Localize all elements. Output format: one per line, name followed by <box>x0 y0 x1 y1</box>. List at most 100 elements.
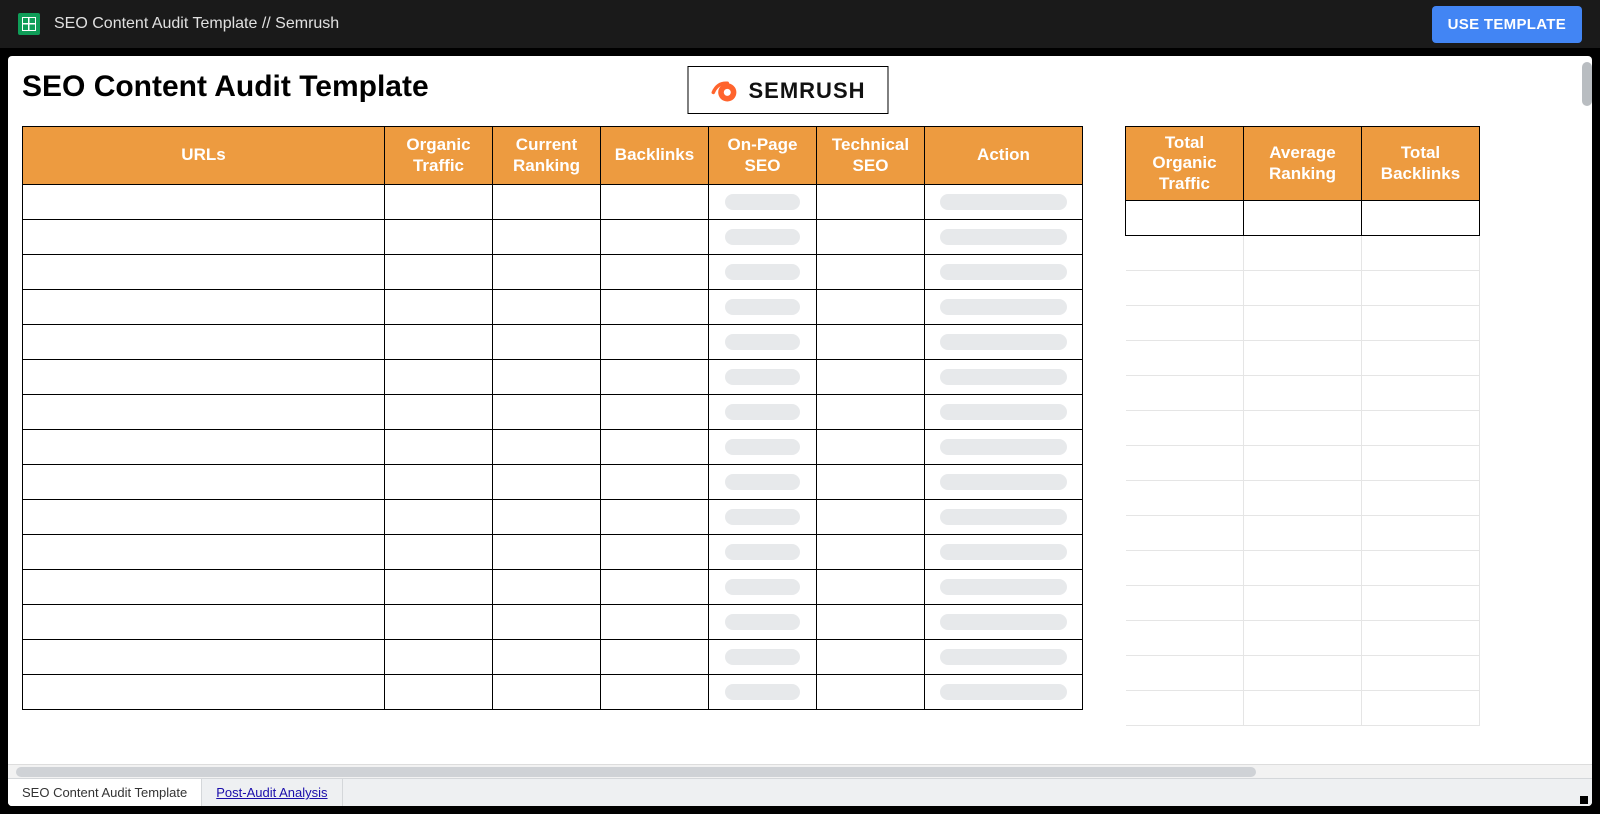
cell-average-ranking[interactable] <box>1244 271 1362 306</box>
cell-total-backlinks[interactable] <box>1362 586 1480 621</box>
cell-average-ranking[interactable] <box>1244 236 1362 271</box>
cell-total-backlinks[interactable] <box>1362 551 1480 586</box>
table-row[interactable] <box>23 535 1083 570</box>
cell-organic-traffic[interactable] <box>385 500 493 535</box>
cell-total-backlinks[interactable] <box>1362 376 1480 411</box>
horizontal-scroll-thumb[interactable] <box>16 767 1256 777</box>
cell-on-page-seo[interactable] <box>709 325 817 360</box>
cell-technical-seo[interactable] <box>817 360 925 395</box>
cell-url[interactable] <box>23 640 385 675</box>
cell-current-ranking[interactable] <box>493 255 601 290</box>
cell-current-ranking[interactable] <box>493 395 601 430</box>
horizontal-scrollbar[interactable] <box>8 764 1592 778</box>
cell-technical-seo[interactable] <box>817 605 925 640</box>
tab-seo-content-audit-template[interactable]: SEO Content Audit Template <box>8 779 202 806</box>
cell-backlinks[interactable] <box>601 395 709 430</box>
cell-technical-seo[interactable] <box>817 465 925 500</box>
cell-total-organic-traffic[interactable] <box>1126 691 1244 726</box>
cell-on-page-seo[interactable] <box>709 605 817 640</box>
table-row[interactable] <box>23 395 1083 430</box>
cell-url[interactable] <box>23 500 385 535</box>
cell-total-backlinks[interactable] <box>1362 411 1480 446</box>
cell-action[interactable] <box>925 500 1083 535</box>
cell-action[interactable] <box>925 430 1083 465</box>
table-row[interactable] <box>1126 201 1480 236</box>
cell-technical-seo[interactable] <box>817 675 925 710</box>
cell-backlinks[interactable] <box>601 430 709 465</box>
table-row[interactable] <box>23 675 1083 710</box>
table-row[interactable] <box>23 605 1083 640</box>
cell-current-ranking[interactable] <box>493 640 601 675</box>
cell-action[interactable] <box>925 465 1083 500</box>
table-row[interactable] <box>23 255 1083 290</box>
cell-backlinks[interactable] <box>601 605 709 640</box>
cell-action[interactable] <box>925 185 1083 220</box>
cell-current-ranking[interactable] <box>493 220 601 255</box>
cell-action[interactable] <box>925 640 1083 675</box>
cell-url[interactable] <box>23 395 385 430</box>
table-row[interactable] <box>23 570 1083 605</box>
cell-url[interactable] <box>23 185 385 220</box>
cell-total-organic-traffic[interactable] <box>1126 201 1244 236</box>
cell-on-page-seo[interactable] <box>709 640 817 675</box>
cell-url[interactable] <box>23 255 385 290</box>
cell-backlinks[interactable] <box>601 465 709 500</box>
cell-technical-seo[interactable] <box>817 290 925 325</box>
cell-organic-traffic[interactable] <box>385 640 493 675</box>
vertical-scroll-thumb[interactable] <box>1582 62 1592 106</box>
cell-action[interactable] <box>925 220 1083 255</box>
cell-average-ranking[interactable] <box>1244 411 1362 446</box>
cell-technical-seo[interactable] <box>817 255 925 290</box>
table-row[interactable] <box>1126 656 1480 691</box>
cell-current-ranking[interactable] <box>493 465 601 500</box>
cell-current-ranking[interactable] <box>493 605 601 640</box>
cell-on-page-seo[interactable] <box>709 675 817 710</box>
cell-on-page-seo[interactable] <box>709 360 817 395</box>
vertical-scrollbar[interactable] <box>1582 62 1592 742</box>
cell-action[interactable] <box>925 570 1083 605</box>
cell-total-organic-traffic[interactable] <box>1126 271 1244 306</box>
cell-technical-seo[interactable] <box>817 640 925 675</box>
cell-action[interactable] <box>925 395 1083 430</box>
cell-action[interactable] <box>925 535 1083 570</box>
cell-backlinks[interactable] <box>601 255 709 290</box>
cell-average-ranking[interactable] <box>1244 376 1362 411</box>
cell-technical-seo[interactable] <box>817 325 925 360</box>
cell-organic-traffic[interactable] <box>385 185 493 220</box>
cell-total-organic-traffic[interactable] <box>1126 621 1244 656</box>
table-row[interactable] <box>23 360 1083 395</box>
cell-technical-seo[interactable] <box>817 570 925 605</box>
cell-organic-traffic[interactable] <box>385 430 493 465</box>
cell-backlinks[interactable] <box>601 290 709 325</box>
table-row[interactable] <box>23 185 1083 220</box>
cell-average-ranking[interactable] <box>1244 621 1362 656</box>
cell-average-ranking[interactable] <box>1244 201 1362 236</box>
cell-organic-traffic[interactable] <box>385 570 493 605</box>
table-row[interactable] <box>1126 621 1480 656</box>
table-row[interactable] <box>23 500 1083 535</box>
cell-total-organic-traffic[interactable] <box>1126 376 1244 411</box>
cell-on-page-seo[interactable] <box>709 500 817 535</box>
cell-average-ranking[interactable] <box>1244 481 1362 516</box>
cell-organic-traffic[interactable] <box>385 220 493 255</box>
cell-url[interactable] <box>23 535 385 570</box>
cell-average-ranking[interactable] <box>1244 341 1362 376</box>
cell-action[interactable] <box>925 290 1083 325</box>
cell-url[interactable] <box>23 325 385 360</box>
cell-current-ranking[interactable] <box>493 535 601 570</box>
cell-backlinks[interactable] <box>601 570 709 605</box>
cell-organic-traffic[interactable] <box>385 675 493 710</box>
table-row[interactable] <box>1126 341 1480 376</box>
cell-total-backlinks[interactable] <box>1362 691 1480 726</box>
table-row[interactable] <box>1126 306 1480 341</box>
cell-current-ranking[interactable] <box>493 185 601 220</box>
cell-on-page-seo[interactable] <box>709 535 817 570</box>
cell-organic-traffic[interactable] <box>385 535 493 570</box>
cell-current-ranking[interactable] <box>493 290 601 325</box>
tab-post-audit-analysis[interactable]: Post-Audit Analysis <box>202 779 342 806</box>
cell-organic-traffic[interactable] <box>385 465 493 500</box>
cell-backlinks[interactable] <box>601 500 709 535</box>
cell-on-page-seo[interactable] <box>709 465 817 500</box>
cell-on-page-seo[interactable] <box>709 395 817 430</box>
cell-url[interactable] <box>23 290 385 325</box>
